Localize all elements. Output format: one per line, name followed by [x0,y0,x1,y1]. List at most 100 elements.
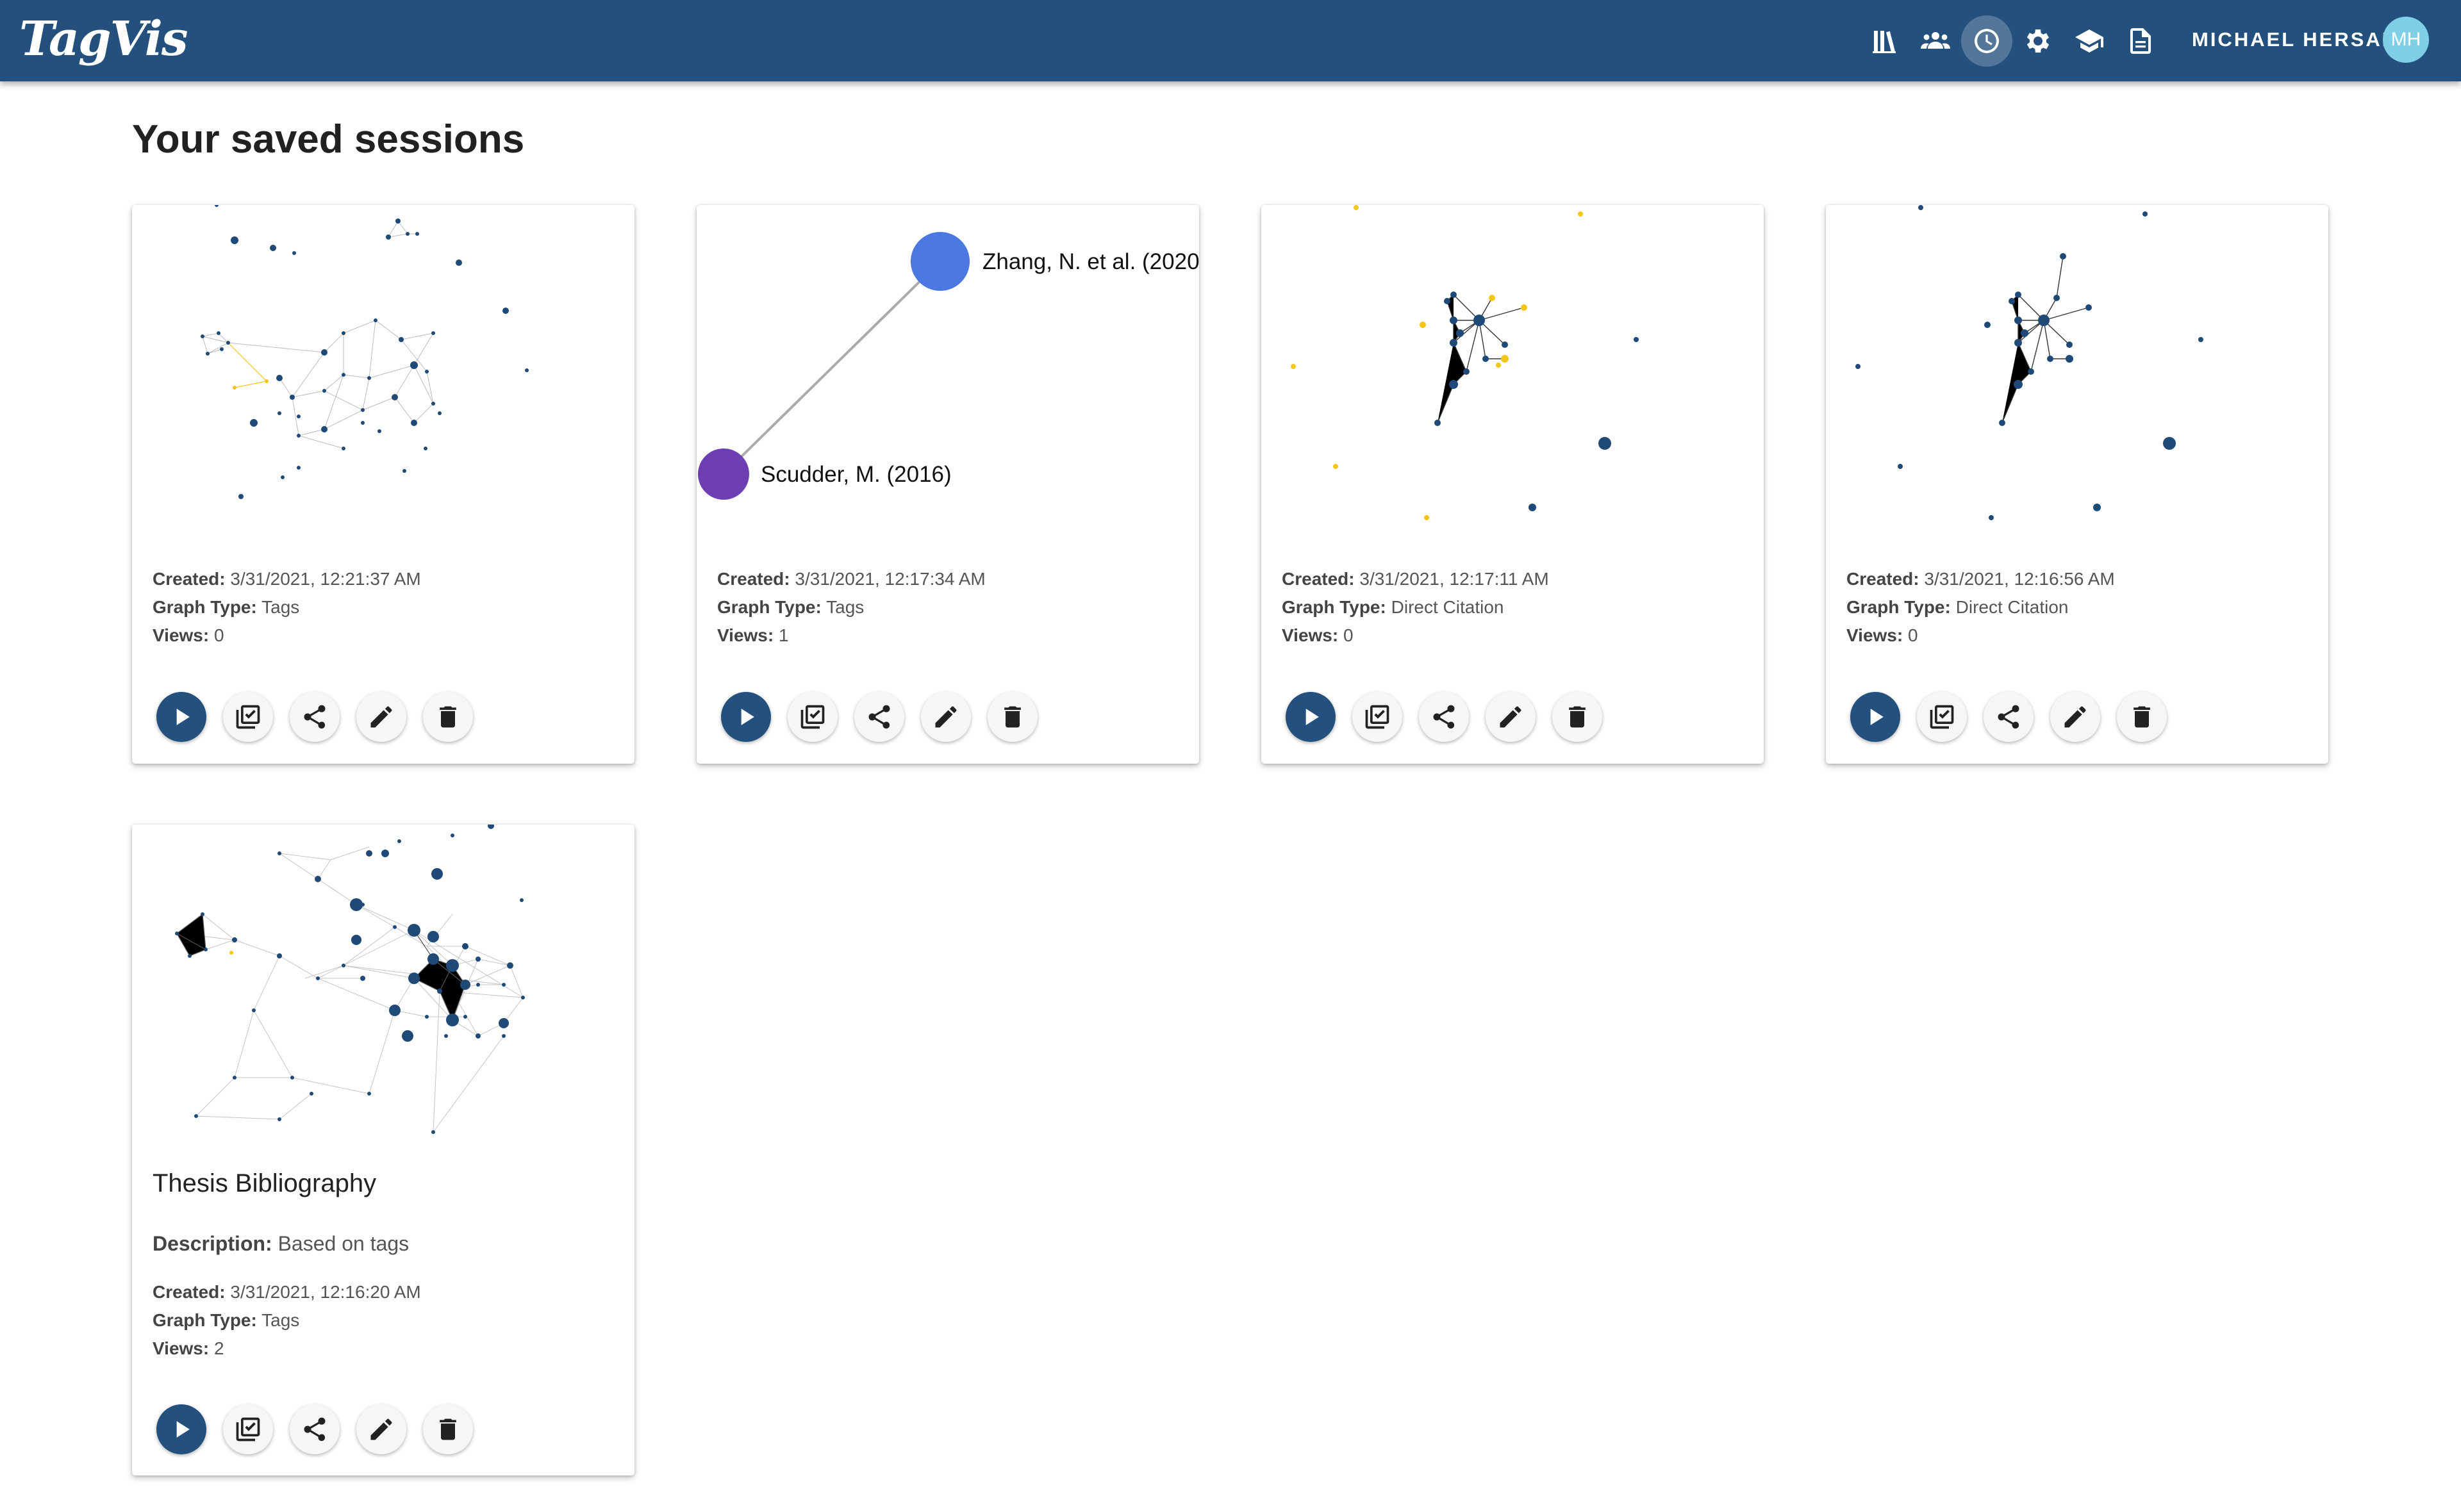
trash-icon [440,1418,456,1440]
graph-type-value: Direct Citation [1955,597,2069,617]
edit-button[interactable] [356,1404,406,1454]
session-card: Created: 3/31/2021, 12:16:56 AM Graph Ty… [1826,205,2328,764]
graph-thumbnail[interactable] [1826,205,2328,538]
delete-button[interactable] [1552,692,1602,742]
delete-button[interactable] [423,1404,473,1454]
created-value: 3/31/2021, 12:21:37 AM [230,569,421,589]
compare-button[interactable] [223,1404,273,1454]
graph-thumbnail[interactable] [132,825,634,1158]
library-icon [1873,31,1896,53]
documents-button[interactable] [2115,15,2166,67]
created-value: 3/31/2021, 12:16:56 AM [1924,569,2115,589]
compare-button[interactable] [223,692,273,742]
compare-button[interactable] [1917,692,1967,742]
created-row: Created: 3/31/2021, 12:16:56 AM [1846,569,2115,589]
pencil-icon [935,706,957,728]
session-meta: Created: 3/31/2021, 12:16:56 AM Graph Ty… [1846,565,2115,650]
play-icon [1305,709,1319,725]
school-icon [2075,29,2103,53]
session-meta: Created: 3/31/2021, 12:17:11 AM Graph Ty… [1282,565,1549,650]
views-row: Views: 0 [1846,625,1918,645]
document-icon [2130,28,2151,54]
share-button[interactable] [1984,692,2034,742]
user-name[interactable]: MICHAEL HERSAM [2192,28,2401,51]
views-row: Views: 2 [153,1338,224,1358]
delete-button[interactable] [2117,692,2167,742]
graph-edge [722,260,941,475]
session-card: Created: 3/31/2021, 12:17:11 AM Graph Ty… [1261,205,1764,764]
graph-thumbnail[interactable] [1261,205,1764,538]
graph-thumbnail[interactable]: Zhang, N. et al. (2020) Scudder, M. (201… [697,205,1199,538]
created-row: Created: 3/31/2021, 12:17:11 AM [1282,569,1549,589]
compare-button[interactable] [788,692,838,742]
graph-type-row: Graph Type: Tags [153,1310,300,1330]
session-description: Description: Based on tags [153,1232,410,1255]
share-icon [304,1417,326,1442]
history-icon [1975,29,1999,53]
edit-button[interactable] [1486,692,1536,742]
pencil-icon [370,706,392,728]
graph-node[interactable] [698,448,749,500]
session-card: Thesis Bibliography Description: Based o… [132,825,634,1475]
avatar[interactable]: MH [2383,17,2429,63]
created-row: Created: 3/31/2021, 12:17:34 AM [717,569,986,589]
page-title: Your saved sessions [132,117,525,161]
play-button[interactable] [721,692,771,742]
graph-thumbnail[interactable] [132,205,634,538]
share-icon [1433,705,1455,729]
play-icon [741,709,754,725]
created-value: 3/31/2021, 12:17:34 AM [795,569,986,589]
session-meta: Created: 3/31/2021, 12:21:37 AM Graph Ty… [153,565,421,650]
session-name: Thesis Bibliography [153,1169,377,1197]
pencil-icon [370,1418,392,1440]
graph-type-row: Graph Type: Direct Citation [1846,597,2069,617]
edit-button[interactable] [921,692,971,742]
created-row: Created: 3/31/2021, 12:21:37 AM [153,569,421,589]
graph-type-row: Graph Type: Tags [717,597,865,617]
play-icon [176,1421,190,1438]
groups-button[interactable] [1910,15,1961,67]
edit-button[interactable] [356,692,406,742]
share-button[interactable] [290,1404,340,1454]
trash-icon [440,706,456,728]
play-button[interactable] [156,1404,206,1454]
library-check-icon [800,705,825,729]
graph-type-row: Graph Type: Tags [153,597,300,617]
play-button[interactable] [156,692,206,742]
trash-icon [1004,706,1021,728]
views-value: 0 [1343,625,1354,645]
share-button[interactable] [1419,692,1469,742]
app-logo[interactable]: TagVis [19,12,188,67]
pencil-icon [1500,706,1521,728]
play-button[interactable] [1850,692,1900,742]
views-row: Views: 1 [717,625,789,645]
share-button[interactable] [854,692,904,742]
session-meta: Created: 3/31/2021, 12:16:20 AM Graph Ty… [153,1278,421,1363]
library-check-icon [1365,705,1389,729]
share-button[interactable] [290,692,340,742]
delete-button[interactable] [988,692,1038,742]
delete-button[interactable] [423,692,473,742]
library-button[interactable] [1859,15,1910,67]
views-value: 0 [213,625,224,645]
views-value: 1 [778,625,789,645]
history-button[interactable] [1961,15,2012,67]
library-check-icon [236,705,260,729]
node-label: Zhang, N. et al. (2020) [982,249,1199,274]
library-check-icon [236,1417,260,1442]
education-button[interactable] [2064,15,2115,67]
created-row: Created: 3/31/2021, 12:16:20 AM [153,1282,421,1302]
groups-icon [1921,32,1950,49]
library-check-icon [1930,705,1954,729]
edit-button[interactable] [2050,692,2100,742]
graph-node[interactable] [911,232,970,291]
session-card: Created: 3/31/2021, 12:21:37 AM Graph Ty… [132,205,634,764]
play-button[interactable] [1286,692,1336,742]
views-row: Views: 0 [1282,625,1354,645]
compare-button[interactable] [1352,692,1402,742]
session-meta: Created: 3/31/2021, 12:17:34 AM Graph Ty… [717,565,986,650]
graph-type-value: Tags [826,597,865,617]
views-value: 0 [1907,625,1918,645]
settings-button[interactable] [2012,15,2064,67]
play-icon [176,709,190,725]
